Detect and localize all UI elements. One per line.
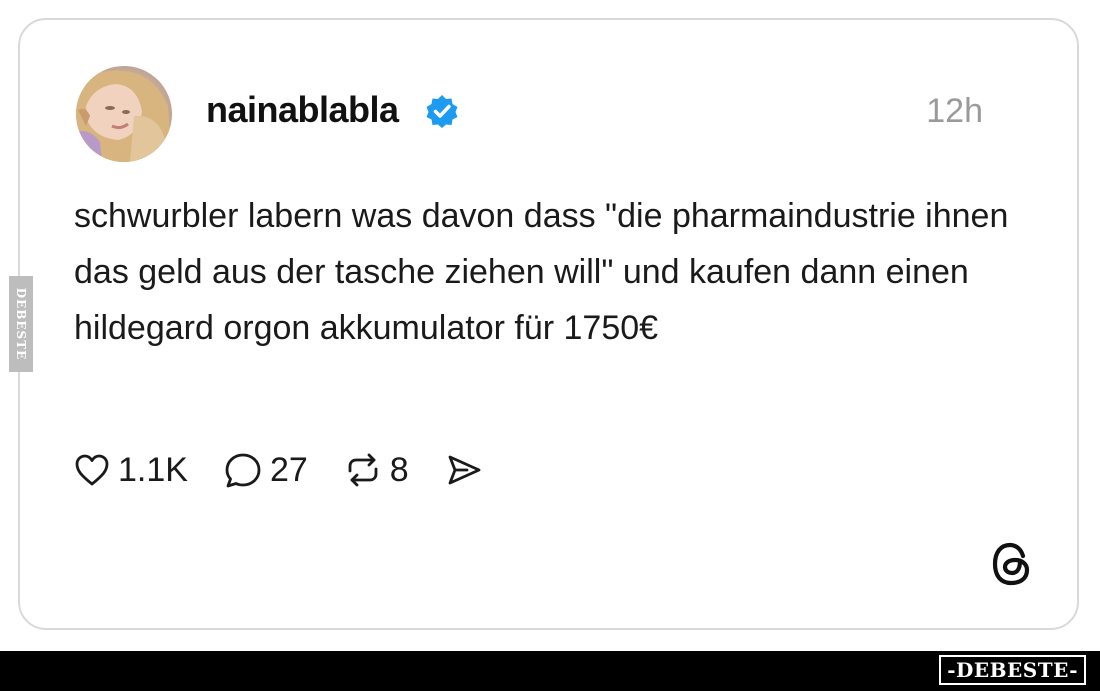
avatar[interactable]: [76, 66, 172, 162]
comment-bubble-icon: [225, 453, 261, 488]
repost-button[interactable]: 8: [344, 450, 409, 490]
heart-icon: [75, 454, 109, 486]
repost-icon: [348, 453, 378, 487]
send-icon: [448, 455, 481, 485]
verified-badge-icon: [426, 95, 458, 128]
post-actions: 1.1K 27 8: [74, 448, 519, 492]
repost-count: 8: [389, 451, 409, 489]
like-button[interactable]: 1.1K: [74, 450, 188, 490]
reply-count: 27: [269, 451, 308, 489]
share-button[interactable]: [445, 452, 483, 488]
brand-watermark: -DEBESTE-: [939, 655, 1086, 685]
reply-button[interactable]: 27: [224, 450, 308, 490]
threads-logo-icon: [992, 542, 1030, 586]
side-watermark: DEBESTE: [9, 276, 33, 372]
post-timestamp: 12h: [926, 92, 983, 130]
post-text: schwurbler labern was davon dass "die ph…: [74, 197, 1009, 347]
side-watermark-text: DEBESTE: [14, 287, 28, 361]
like-count: 1.1K: [118, 451, 188, 489]
username[interactable]: nainablabla: [206, 88, 399, 132]
watermark-bar: -DEBESTE-: [0, 651, 1100, 691]
